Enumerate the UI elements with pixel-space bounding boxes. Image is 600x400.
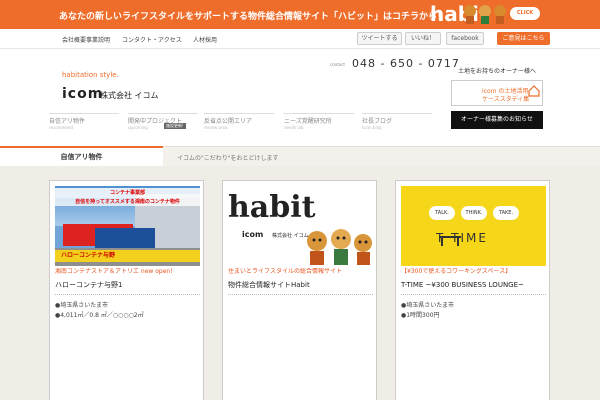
card-divider [401,294,546,295]
tagline: habitation style. [62,71,119,79]
think-bubble: THINK. [461,206,487,220]
owner-recruit-button[interactable]: オーナー様募集のお知らせ [451,111,543,129]
owner-heading: 土地をお持ちのオーナー様へ [457,68,536,75]
card-spec: ●4,011㎡／0.8 ㎡／○○○○2㎡ [55,312,144,319]
subnav-sub: needs lab [284,125,304,130]
card-price: ●1時間300円 [401,312,440,319]
case-study-line2: ケーススタディ集 [482,96,530,103]
photo-banner: ハローコンテナ与野 [55,250,200,262]
card-category: 住まいとライフスタイルの総合情報サイト [228,268,343,275]
update-badge: 施設更新! [164,123,186,129]
subnav-upcoming[interactable]: 開発中プロジェクト upcoming 施設更新! [128,113,198,131]
subnav-review[interactable]: 反省点公開エリア review area [204,113,274,131]
nav-business[interactable]: 事業説明 [86,35,110,44]
take-bubble: TAKE. [493,206,519,220]
phone-number: 048 - 650 - 0717 [352,57,460,70]
habit-logo: habit [228,190,316,225]
property-card[interactable]: habit icom 株式会社 イコム 住まいとライフスタイルの総合情報サイト … [222,180,377,400]
company-name: 株式会社 イコム [100,91,159,100]
subnav-sub: recommend [49,125,73,130]
card-divider [55,294,200,295]
photo-sign-sub: 自信を持ってオススメする湘南のコンテナ物件 [55,198,200,206]
card-divider [228,294,373,295]
subnav-label: 自信アリ物件 [49,118,86,125]
property-card[interactable]: TALK. THINK. TAKE. T TIME 【¥300で使えるコワーキン… [395,180,550,400]
feedback-button[interactable]: ご意見はこちら [497,32,550,45]
section-description: イコムの"こだわり"をおとどけします [177,155,279,162]
card-title[interactable]: T-TIME ~¥300 BUSINESS LOUNGE~ [401,280,546,290]
subnav-sub: upcoming [128,125,148,130]
subnav-label: 反省点公開エリア [204,118,253,125]
subnav-label: 社長ブログ [362,118,393,125]
global-nav: 会社概要 事業説明 コンタクト・アクセス 人材採用 ツイートする いいね！ fa… [0,29,600,49]
facebook-button[interactable]: facebook [446,32,484,45]
property-card[interactable]: コンテナ事業部 自信を持ってオススメする湘南のコンテナ物件 ハローコンテナ与野 … [49,180,204,400]
nav-company[interactable]: 会社概要 [62,35,86,44]
promo-banner[interactable]: あなたの新しいライフスタイルをサポートする物件総合情報サイト「ハビット」はコチラ… [0,0,600,29]
nav-contact[interactable]: コンタクト・アクセス [122,35,182,44]
icom-logo: icom [242,230,264,239]
subnav-label: 開発中プロジェクト [128,118,183,125]
mascot-characters-icon [307,229,372,265]
banner-click-button[interactable]: CLICK [510,7,540,20]
subnav-sub: icom blog [362,125,382,130]
photo-container-blue [95,228,155,248]
card-body: 住まいとライフスタイルの総合情報サイト 物件総合情報サイトHabit [228,268,373,295]
subnav-blog[interactable]: 社長ブログ icom blog [362,113,432,131]
card-title[interactable]: ハローコンテナ与野1 [55,280,200,290]
subnav-needs[interactable]: ニーズ覚醒研究所 needs lab [284,113,354,131]
property-photo[interactable]: habit icom 株式会社 イコム [228,186,373,266]
talk-bubble: TALK. [429,206,455,220]
subnav-sub: review area [204,125,228,130]
property-photo[interactable]: TALK. THINK. TAKE. T TIME [401,186,546,266]
card-title[interactable]: 物件総合情報サイトHabit [228,280,373,290]
section-bar: 自信アリ物件 イコムの"こだわり"をおとどけします [0,146,600,167]
case-study-banner[interactable]: icom の土地活用 ケーススタディ集 [451,80,543,106]
tab-recommend[interactable]: 自信アリ物件 [0,146,163,167]
card-category: 湘南コンテナストア＆アトリエ new open! [55,268,173,275]
contact-label: contact [330,62,345,67]
tweet-button[interactable]: ツイートする [357,32,402,45]
card-location: ●埼玉県さいたま市 [401,302,455,309]
subnav-label: ニーズ覚醒研究所 [284,118,332,125]
card-category: 【¥300で使えるコワーキングスペース】 [401,268,512,275]
card-location: ●埼玉県さいたま市 [55,302,109,309]
card-body: 湘南コンテナストア＆アトリエ new open! ハローコンテナ与野1 ●埼玉県… [55,268,200,321]
nav-recruit[interactable]: 人材採用 [193,35,217,44]
photo-sign-top: コンテナ事業部 [55,188,200,198]
house-icon [528,85,540,97]
card-body: 【¥300で使えるコワーキングスペース】 T-TIME ~¥300 BUSINE… [401,268,546,321]
like-button[interactable]: いいね！ [405,32,441,45]
site-logo[interactable]: icom [62,86,103,102]
property-photo[interactable]: コンテナ事業部 自信を持ってオススメする湘南のコンテナ物件 ハローコンテナ与野 [55,186,200,266]
subnav-recommend[interactable]: 自信アリ物件 recommend [49,113,119,131]
banner-text: あなたの新しいライフスタイルをサポートする物件総合情報サイト「ハビット」はコチラ… [59,12,447,22]
ttime-logo: T TIME [436,231,488,245]
mascot-characters-icon [464,5,506,24]
